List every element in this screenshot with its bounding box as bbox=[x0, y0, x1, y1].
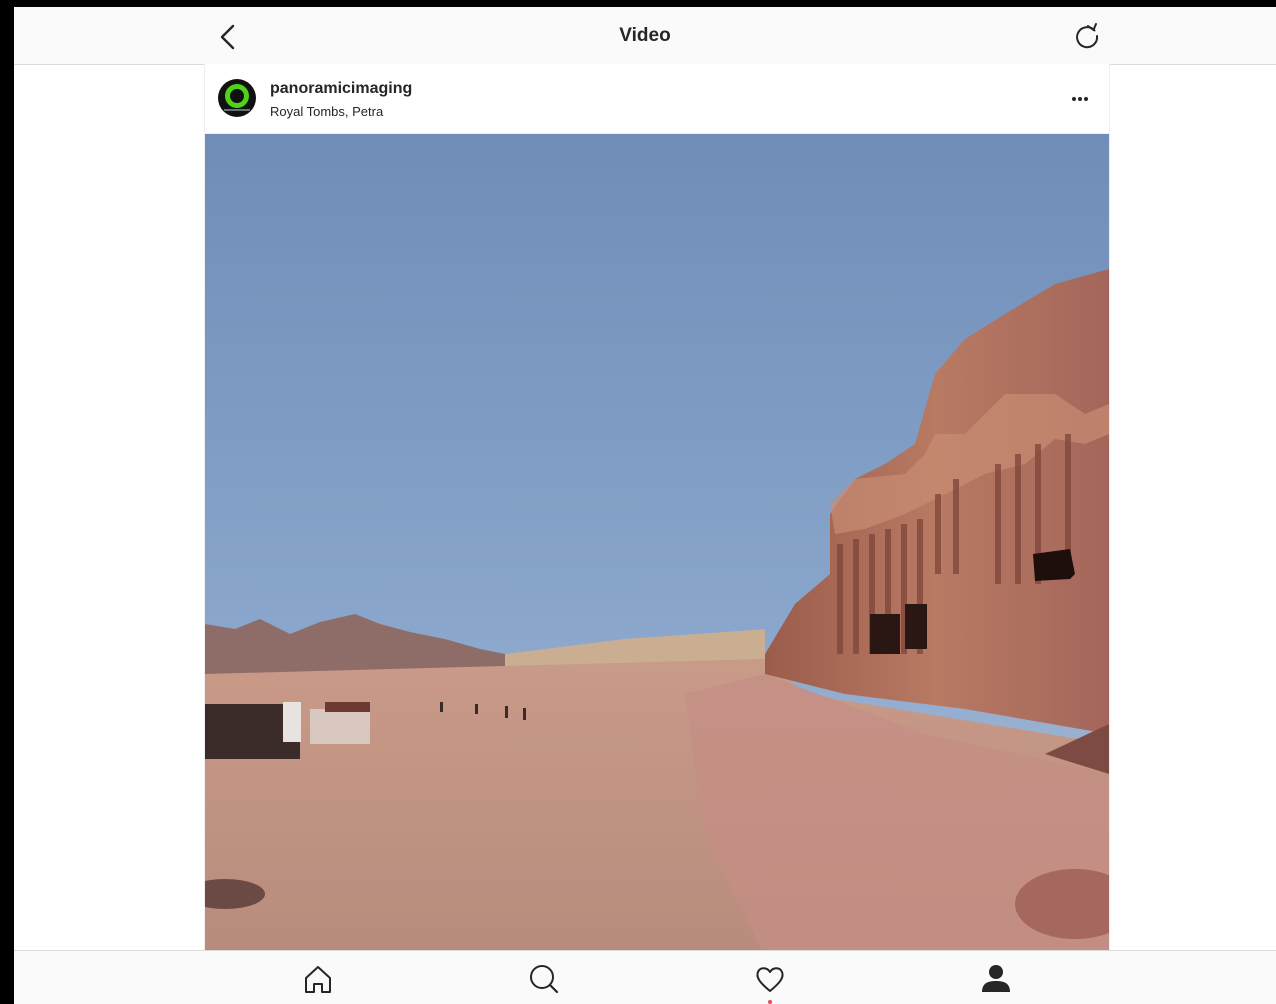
bottom-nav bbox=[14, 950, 1276, 1004]
post-header: panoramicimaging Royal Tombs, Petra bbox=[205, 64, 1109, 134]
heart-icon bbox=[756, 967, 784, 992]
top-bar: Video bbox=[14, 7, 1276, 65]
refresh-icon bbox=[1076, 23, 1099, 49]
nav-activity-button[interactable] bbox=[750, 959, 790, 999]
post-video[interactable] bbox=[205, 134, 1109, 957]
nav-search-button[interactable] bbox=[524, 959, 564, 999]
avatar-logo-text bbox=[224, 109, 250, 111]
avatar-logo-icon bbox=[225, 84, 249, 108]
more-horizontal-icon bbox=[1072, 97, 1088, 101]
home-icon bbox=[305, 966, 331, 993]
profile-icon bbox=[982, 965, 1010, 992]
search-icon bbox=[530, 965, 559, 994]
active-indicator bbox=[768, 1000, 772, 1004]
nav-profile-button[interactable] bbox=[976, 959, 1016, 999]
post-card: panoramicimaging Royal Tombs, Petra bbox=[204, 64, 1110, 957]
more-options-button[interactable] bbox=[1067, 92, 1093, 106]
nav-home-button[interactable] bbox=[298, 959, 338, 999]
post-username[interactable]: panoramicimaging bbox=[270, 80, 412, 98]
post-location[interactable]: Royal Tombs, Petra bbox=[270, 104, 383, 119]
avatar[interactable] bbox=[218, 79, 256, 117]
refresh-button[interactable] bbox=[1069, 18, 1105, 54]
app-window: Video panoramicimaging Royal Tombs, Petr… bbox=[14, 7, 1276, 1004]
petra-landscape-image bbox=[205, 134, 1109, 957]
